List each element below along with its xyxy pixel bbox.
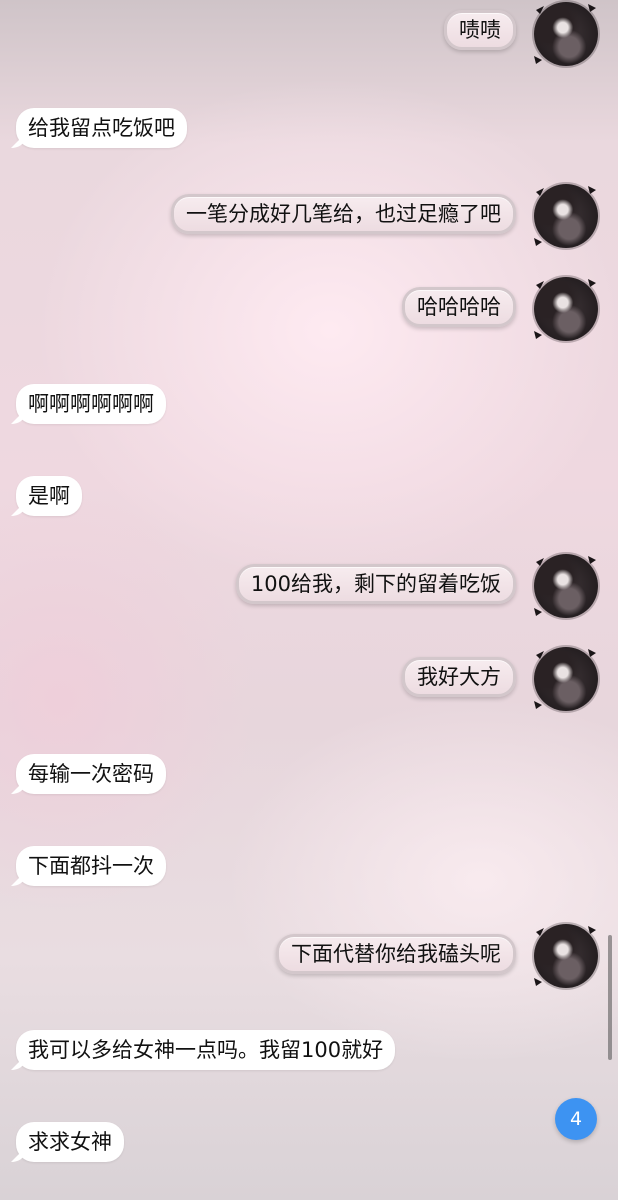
unread-count-badge[interactable]: 4	[555, 1098, 597, 1140]
message-row: 给我留点吃饭吧	[0, 92, 618, 156]
incoming-message-bubble[interactable]: 求求女神	[16, 1122, 124, 1162]
message-row: 求求女神	[0, 1106, 618, 1170]
message-row: 一笔分成好几笔给，也过足瘾了吧	[0, 182, 618, 248]
incoming-message-bubble[interactable]: 我可以多给女神一点吗。我留100就好	[16, 1030, 396, 1070]
user-avatar-icon[interactable]	[534, 924, 598, 988]
user-avatar-icon[interactable]	[534, 184, 598, 248]
incoming-message-bubble[interactable]: 每输一次密码	[16, 754, 166, 794]
scrollbar[interactable]	[608, 935, 612, 1060]
outgoing-message-bubble[interactable]: 一笔分成好几笔给，也过足瘾了吧	[171, 194, 516, 234]
user-avatar-icon[interactable]	[534, 2, 598, 66]
incoming-message-bubble[interactable]: 啊啊啊啊啊啊	[16, 384, 166, 424]
message-row: 下面都抖一次	[0, 830, 618, 894]
user-avatar-icon[interactable]	[534, 554, 598, 618]
outgoing-message-bubble[interactable]: 我好大方	[402, 657, 516, 697]
user-avatar-icon[interactable]	[534, 647, 598, 711]
outgoing-message-bubble[interactable]: 100给我，剩下的留着吃饭	[235, 564, 516, 604]
message-row: 我好大方	[0, 645, 618, 711]
message-row: 啊啊啊啊啊啊	[0, 368, 618, 432]
message-row: 是啊	[0, 460, 618, 524]
incoming-message-bubble[interactable]: 下面都抖一次	[16, 846, 166, 886]
incoming-message-bubble[interactable]: 是啊	[16, 476, 82, 516]
chat-message-list[interactable]: 啧啧 给我留点吃饭吧 一笔分成好几笔给，也过足瘾了吧 哈哈哈哈 啊啊啊啊啊啊 是…	[0, 0, 618, 1200]
user-avatar-icon[interactable]	[534, 277, 598, 341]
outgoing-message-bubble[interactable]: 啧啧	[444, 10, 516, 50]
message-row: 下面代替你给我磕头呢	[0, 922, 618, 988]
message-row: 我可以多给女神一点吗。我留100就好	[0, 1014, 618, 1078]
message-row: 100给我，剩下的留着吃饭	[0, 552, 618, 618]
outgoing-message-bubble[interactable]: 下面代替你给我磕头呢	[276, 934, 516, 974]
message-row: 每输一次密码	[0, 738, 618, 802]
outgoing-message-bubble[interactable]: 哈哈哈哈	[402, 287, 516, 327]
message-row: 哈哈哈哈	[0, 275, 618, 341]
incoming-message-bubble[interactable]: 给我留点吃饭吧	[16, 108, 187, 148]
message-row: 啧啧	[0, 0, 618, 66]
